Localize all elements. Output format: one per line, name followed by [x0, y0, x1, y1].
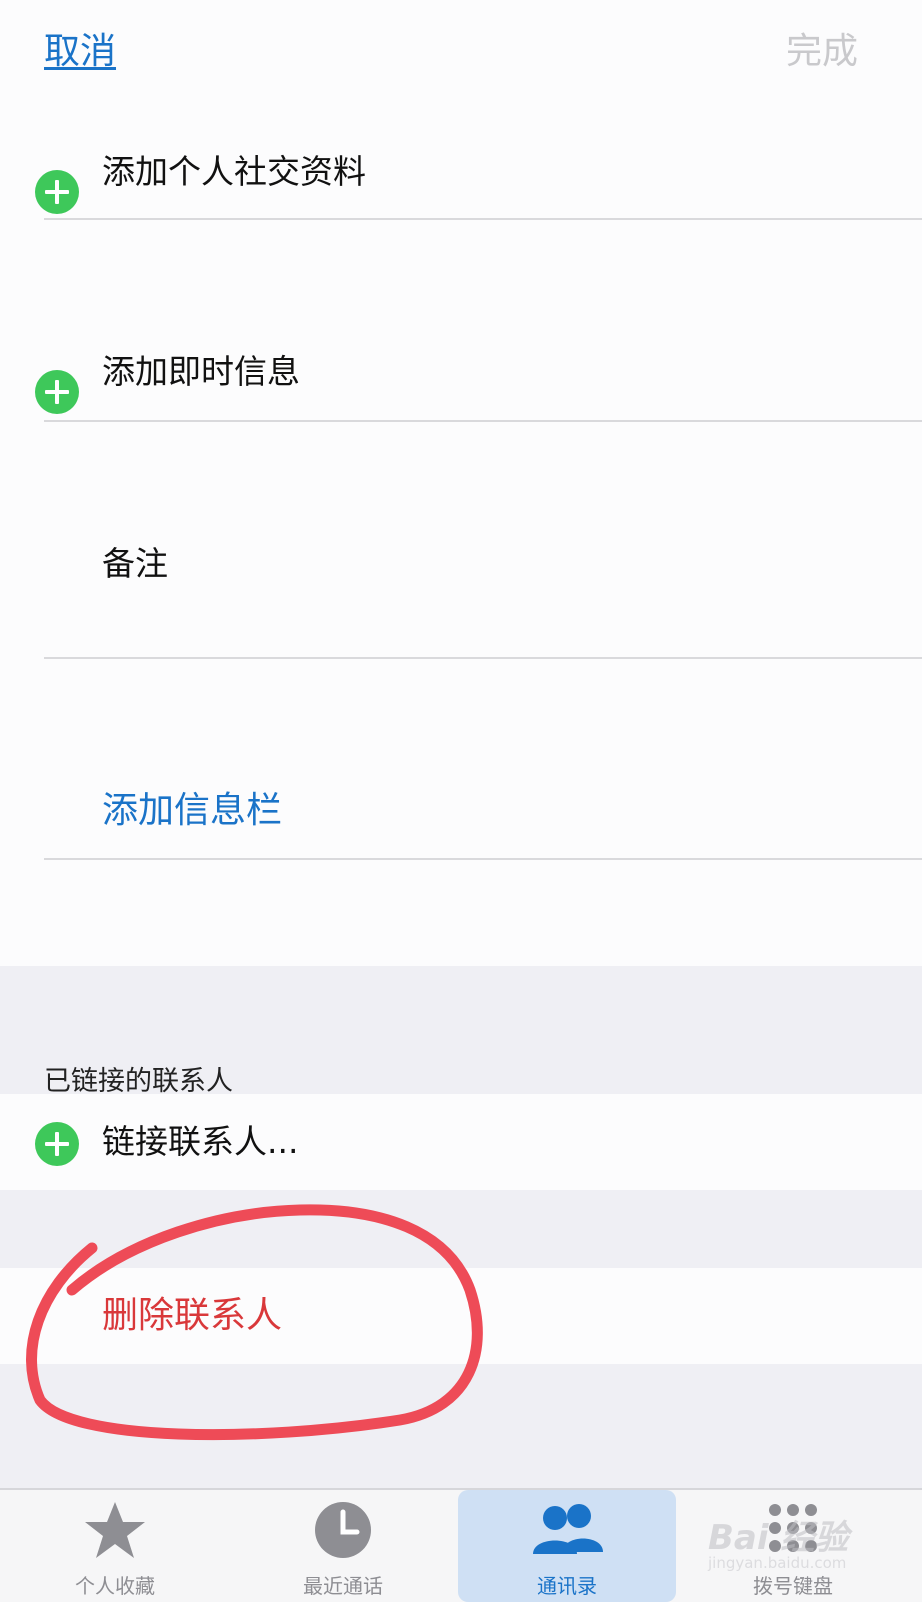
delete-contact-button[interactable]: 删除联系人	[0, 1268, 922, 1364]
add-instant-message-label: 添加即时信息	[102, 352, 300, 391]
add-social-profile-label: 添加个人社交资料	[102, 152, 366, 191]
add-social-profile-row[interactable]: 添加个人社交资料	[0, 140, 922, 220]
cancel-button[interactable]: 取消	[44, 28, 116, 76]
divider	[44, 657, 922, 659]
tab-label: 最近通话	[303, 1574, 383, 1598]
tab-contacts[interactable]: 通讯录	[458, 1490, 676, 1602]
tab-bar: 个人收藏 最近通话 通讯录 拨号键盘	[0, 1488, 922, 1602]
tab-label: 通讯录	[537, 1574, 597, 1598]
keypad-icon	[769, 1504, 817, 1552]
add-field-button[interactable]: 添加信息栏	[0, 785, 922, 855]
contacts-icon	[533, 1504, 603, 1554]
add-instant-message-row[interactable]: 添加即时信息	[0, 340, 922, 420]
add-icon[interactable]	[35, 1122, 79, 1166]
clock-icon	[315, 1502, 371, 1558]
done-button[interactable]: 完成	[786, 28, 858, 76]
divider	[44, 858, 922, 860]
add-icon[interactable]	[35, 170, 79, 214]
add-field-label: 添加信息栏	[102, 790, 283, 831]
link-contact-label: 链接联系人...	[102, 1122, 299, 1161]
delete-contact-label: 删除联系人	[102, 1295, 283, 1336]
notes-label: 备注	[102, 544, 168, 583]
tab-label: 拨号键盘	[753, 1574, 833, 1598]
tab-favorites[interactable]: 个人收藏	[0, 1490, 230, 1602]
tab-label: 个人收藏	[75, 1574, 155, 1598]
notes-field[interactable]: 备注	[0, 540, 922, 650]
tab-keypad[interactable]: 拨号键盘	[678, 1490, 908, 1602]
add-icon[interactable]	[35, 370, 79, 414]
divider	[44, 218, 922, 220]
grouped-background	[0, 966, 922, 1488]
tab-recents[interactable]: 最近通话	[228, 1490, 458, 1602]
divider	[44, 420, 922, 422]
star-icon	[85, 1502, 145, 1558]
link-contact-row[interactable]: 链接联系人...	[0, 1094, 922, 1190]
